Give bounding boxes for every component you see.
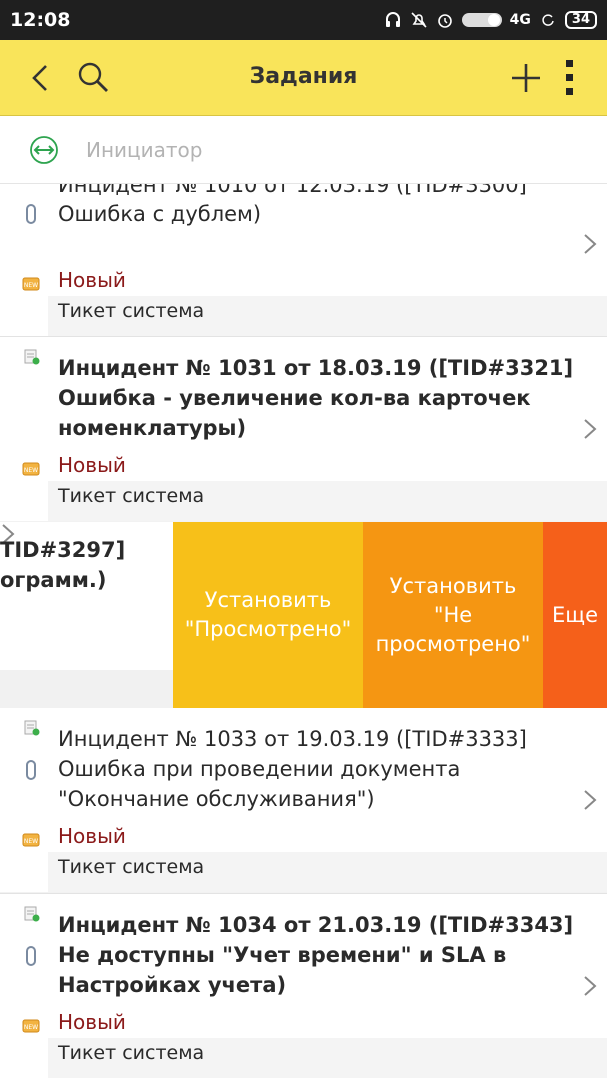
chevron-right-icon[interactable] [582,417,598,441]
status-row: NEW Новый [0,451,607,481]
item-title-line: Инцидент № 1010 от 12.03.19 ([TID#3300] [58,184,527,197]
status-row: NEW Новый [0,1008,607,1038]
action-label-line: просмотрено" [375,631,531,656]
document-check-icon [24,906,40,922]
swiped-item-lower [0,670,173,708]
item-title-line: Ошибка при проведении документа [58,757,461,781]
item-title-line: Настройках учета) [58,973,287,997]
action-label-line: Еще [552,602,598,627]
paperclip-icon [25,760,37,780]
list-item[interactable]: Инцидент № 1033 от 19.03.19 ([TID#3333] … [0,708,607,892]
system-label: Тикет система [48,296,607,336]
headphones-icon [384,11,402,29]
swiped-list-item[interactable]: TID#3297] ограмм.) Установить "Просмотре… [0,522,607,708]
mark-viewed-button[interactable]: Установить "Просмотрено" [173,522,363,708]
item-title-line: Инцидент № 1033 от 19.03.19 ([TID#3333] [58,727,527,751]
network-label: 4G [509,12,531,28]
new-badge-icon: NEW [22,1018,40,1033]
initiator-filter-placeholder[interactable]: Инициатор [86,138,202,162]
list-item[interactable]: Инцидент № 1010 от 12.03.19 ([TID#3300] … [0,184,607,336]
new-badge-icon: NEW [22,461,40,476]
app-bar: Задания [0,40,607,116]
svg-text:NEW: NEW [24,838,38,845]
paperclip-icon [25,946,37,966]
toggle-icon [461,13,502,27]
system-label: Тикет система [48,852,607,892]
item-title-fragment: ограмм.) [0,568,107,592]
item-title-line: Инцидент № 1031 от 18.03.19 ([TID#3321] [58,356,574,380]
mark-unviewed-button[interactable]: Установить "Не просмотрено" [363,522,543,708]
plus-icon[interactable] [508,60,544,96]
svg-text:NEW: NEW [24,282,38,289]
new-badge-icon: NEW [22,832,40,847]
search-icon[interactable] [76,60,112,96]
task-list: Инцидент № 1010 от 12.03.19 ([TID#3300] … [0,184,607,1080]
chevron-right-icon[interactable] [582,232,598,256]
item-title-line: Ошибка с дублем) [58,202,262,226]
action-label-line: Установить [204,588,332,612]
back-icon[interactable] [26,60,56,96]
action-label-line: Установить [389,573,517,598]
chevron-right-icon[interactable] [582,974,598,998]
document-check-icon [24,720,40,736]
status-bar: 12:08 4G 34 [0,0,607,40]
filter-row[interactable]: Инициатор [0,116,607,184]
list-item[interactable]: Инцидент № 1034 от 21.03.19 ([TID#3343] … [0,894,607,1080]
paperclip-icon [25,204,37,224]
svg-text:NEW: NEW [24,1024,38,1031]
new-badge-icon: NEW [22,276,40,291]
item-title-line: Ошибка - увеличение кол-ва карточек [58,386,531,410]
status-label: Новый [58,268,126,292]
item-title-line: Не доступны "Учет времени" и SLA в [58,943,507,967]
more-actions-button[interactable]: Еще [543,522,607,708]
chevron-right-icon[interactable] [582,788,598,812]
status-time: 12:08 [10,9,71,31]
action-label-line: "Не [433,602,473,627]
item-title-fragment: TID#3297] [0,538,126,562]
status-icons: 4G 34 [384,11,597,29]
document-check-icon [24,349,40,365]
expand-horizontal-icon[interactable] [26,136,62,164]
action-label-line: "Просмотрено" [184,617,352,641]
item-title-line: Инцидент № 1034 от 21.03.19 ([TID#3343] [58,913,574,937]
item-title-line: номенклатуры) [58,416,247,440]
alarm-icon [436,11,454,29]
svg-text:NEW: NEW [24,467,38,474]
sync-icon [539,11,557,29]
status-label: Новый [58,1010,126,1034]
system-label: Тикет система [48,481,607,521]
system-label: Тикет система [48,1038,607,1078]
status-row: NEW Новый [0,266,607,296]
status-label: Новый [58,824,126,848]
list-item[interactable]: Инцидент № 1031 от 18.03.19 ([TID#3321] … [0,337,607,521]
more-icon[interactable] [556,58,584,98]
alarm-off-icon [410,11,428,29]
item-title-line: "Окончание обслуживания") [58,787,375,811]
status-label: Новый [58,453,126,477]
battery-indicator: 34 [564,11,597,29]
status-row: NEW Новый [0,822,607,852]
